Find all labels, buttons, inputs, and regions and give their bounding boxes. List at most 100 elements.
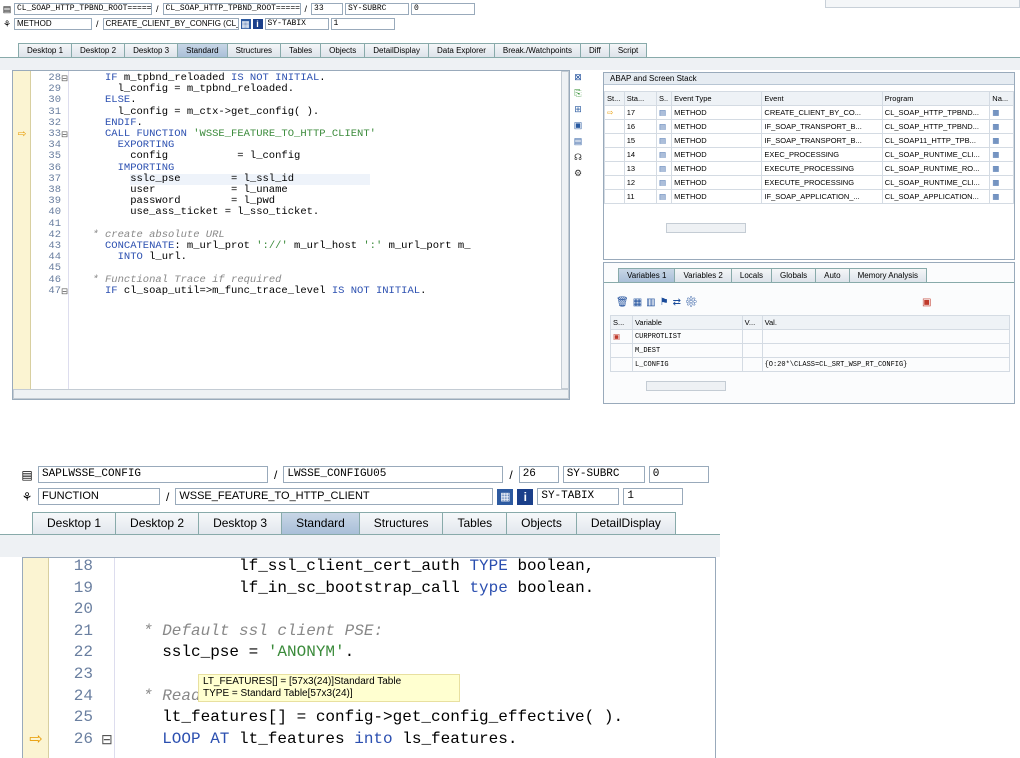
tab-desktop-3[interactable]: Desktop 3	[124, 43, 179, 57]
save-icon[interactable]: ▣	[922, 297, 931, 308]
var-tab-memory-analysis[interactable]: Memory Analysis	[848, 268, 928, 282]
code-line[interactable]: lf_ssl_client_cert_auth TYPE boolean,	[239, 558, 594, 578]
display-source-icon[interactable]: ▦	[240, 19, 251, 29]
stack-column-header[interactable]: St...	[604, 91, 625, 106]
navigate-icon[interactable]: ▦	[992, 192, 999, 201]
var-tab-variables-1[interactable]: Variables 1	[618, 268, 676, 282]
variable-value[interactable]	[761, 329, 1011, 344]
tab-structures[interactable]: Structures	[226, 43, 282, 57]
variable-value[interactable]: {O:20*\CLASS=CL_SRT_WSP_RT_CONFIG}	[761, 357, 1011, 372]
variable-row[interactable]: ▣ CURPROTLIST	[610, 329, 1011, 344]
tab-desktop-1[interactable]: Desktop 1	[18, 43, 73, 57]
close-icon[interactable]: ⊠	[573, 72, 583, 82]
var-tab-globals[interactable]: Globals	[771, 268, 817, 282]
tab-desktop-1[interactable]: Desktop 1	[32, 512, 117, 534]
code-line[interactable]: INTO l_url.	[118, 252, 187, 263]
load-list-icon[interactable]: ▥	[646, 297, 659, 308]
code-line[interactable]: sslc_pse = 'ANONYM'.	[162, 642, 354, 664]
change-icon[interactable]: ⇄	[673, 297, 685, 308]
navigate-icon[interactable]: ▦	[992, 150, 999, 159]
tab-desktop-3[interactable]: Desktop 3	[198, 512, 283, 534]
code-line[interactable]: * Read	[143, 686, 201, 708]
grid-icon[interactable]: ▣	[573, 120, 583, 130]
debug-step-icon[interactable]: ⚙	[573, 168, 583, 178]
variables-column-header[interactable]: Val.	[761, 315, 1011, 330]
program-field[interactable]: CL_SOAP_HTTP_TPBND_ROOT======	[14, 3, 152, 15]
line-field[interactable]: 33	[311, 3, 344, 15]
stack-nav-cell[interactable]: ▦	[989, 175, 1014, 190]
event-type-field-zoom[interactable]: FUNCTION	[38, 488, 160, 505]
tab-break-watchpoints[interactable]: Break./Watchpoints	[493, 43, 581, 57]
fold-toggle-icon[interactable]: ⊟	[101, 729, 113, 751]
horizontal-scrollbar[interactable]	[13, 389, 569, 399]
tab-desktop-2[interactable]: Desktop 2	[71, 43, 126, 57]
code-line[interactable]: LOOP AT lt_features into ls_features.	[162, 729, 517, 751]
stack-nav-cell[interactable]: ▦	[989, 161, 1014, 176]
variable-value[interactable]	[761, 343, 1011, 358]
tab-objects[interactable]: Objects	[506, 512, 577, 534]
fold-toggle-icon[interactable]: ⊟	[61, 286, 68, 297]
tab-desktop-2[interactable]: Desktop 2	[115, 512, 200, 534]
stack-column-header[interactable]: Sta...	[623, 91, 657, 106]
stack-nav-cell[interactable]: ▦	[989, 119, 1014, 134]
stack-nav-cell[interactable]: ▦	[989, 105, 1014, 120]
tab-diff[interactable]: Diff	[579, 43, 610, 57]
variable-name[interactable]: CURPROTLIST	[631, 329, 743, 344]
info-icon[interactable]: i	[517, 488, 534, 505]
fold-toggle-icon[interactable]: ⊟	[61, 129, 68, 140]
fold-toggle-icon[interactable]: ⊟	[61, 73, 68, 84]
info-icon[interactable]: i	[252, 19, 263, 29]
headset-icon[interactable]: ☊	[573, 152, 583, 162]
code-line[interactable]: use_ass_ticket = l_sso_ticket.	[130, 207, 319, 218]
tab-data-explorer[interactable]: Data Explorer	[427, 43, 495, 57]
tree-icon[interactable]: ⊞	[573, 104, 583, 114]
code-line[interactable]: l_config = m_tpbnd_reloaded.	[118, 84, 294, 95]
stack-nav-cell[interactable]: ▦	[989, 133, 1014, 148]
stack-nav-cell[interactable]: ▦	[989, 189, 1014, 204]
delete-icon[interactable]: 🗑	[616, 297, 633, 308]
source-code-editor[interactable]: 28 ⊟ IF m_tpbnd_reloaded IS NOT INITIAL. 29…	[12, 70, 570, 400]
tab-script[interactable]: Script	[608, 43, 648, 57]
line-field-zoom[interactable]: 26	[518, 466, 559, 483]
tab-tables[interactable]: Tables	[280, 43, 322, 57]
variable-name[interactable]: M_DEST	[631, 343, 743, 358]
tab-standard[interactable]: Standard	[281, 512, 360, 534]
variable-name[interactable]: L_CONFIG	[631, 357, 743, 372]
code-line[interactable]: * Default ssl client PSE:	[143, 621, 383, 643]
stack-row[interactable]: 13 ▤ METHOD EXECUTE_PROCESSING CL_SOAP_RUNTI…	[604, 161, 1014, 176]
navigate-icon[interactable]: ▦	[992, 178, 999, 187]
variables-column-header[interactable]: Variable	[631, 315, 743, 330]
stack-row[interactable]: ⇨ 17 ▤ METHOD CREATE_CLIENT_BY_CO... CL_SOAP_…	[604, 105, 1014, 120]
tab-detaildisplay[interactable]: DetailDisplay	[575, 512, 676, 534]
tab-structures[interactable]: Structures	[358, 512, 444, 534]
event-field-zoom[interactable]: WSSE_FEATURE_TO_HTTP_CLIENT	[175, 488, 494, 505]
new-page-icon[interactable]: ⎘	[573, 88, 583, 98]
stack-column-header[interactable]: Event Type	[671, 91, 763, 106]
tab-standard[interactable]: Standard	[177, 43, 228, 57]
stack-nav-cell[interactable]: ▦	[989, 147, 1014, 162]
stack-table[interactable]: St... Sta... S.. Event Type Event Program Na..…	[604, 91, 1014, 204]
var-tab-variables-2[interactable]: Variables 2	[674, 268, 732, 282]
stack-row[interactable]: 16 ▤ METHOD IF_SOAP_TRANSPORT_B... CL_SOAP_H…	[604, 119, 1014, 134]
save-list-icon[interactable]: ▦	[633, 297, 646, 308]
tab-detaildisplay[interactable]: DetailDisplay	[364, 43, 429, 57]
variables-column-header[interactable]: S...	[610, 315, 633, 330]
stack-column-header[interactable]: S..	[655, 91, 673, 106]
variables-table[interactable]: S... Variable V... Val. ▣ CURPROTLIST M_DEST L_…	[610, 315, 1011, 372]
navigate-icon[interactable]: ▦	[992, 164, 999, 173]
var-tab-auto[interactable]: Auto	[815, 268, 850, 282]
code-line[interactable]: lt_features[] = config->get_config_effec…	[162, 707, 623, 729]
stack-column-header[interactable]: Event	[761, 91, 883, 106]
include-field[interactable]: CL_SOAP_HTTP_TPBND_ROOT======	[162, 3, 301, 15]
display-source-icon[interactable]: ▦	[497, 488, 514, 505]
event-field[interactable]: CREATE_CLIENT_BY_CONFIG (CL_SOAP_HTTP_TP…	[102, 18, 239, 30]
program-field-zoom[interactable]: SAPLWSSE_CONFIG	[38, 466, 268, 483]
navigate-icon[interactable]: ▦	[992, 122, 999, 131]
code-line[interactable]: l_config = m_ctx->get_config( ).	[118, 106, 320, 118]
stack-row[interactable]: 15 ▤ METHOD IF_SOAP_TRANSPORT_B... CL_SOAP11…	[604, 133, 1014, 148]
variables-scrollbar[interactable]	[646, 381, 726, 391]
variables-column-header[interactable]: V...	[741, 315, 763, 330]
stack-column-header[interactable]: Program	[881, 91, 991, 106]
tab-tables[interactable]: Tables	[442, 512, 508, 534]
navigate-icon[interactable]: ▦	[992, 136, 999, 145]
